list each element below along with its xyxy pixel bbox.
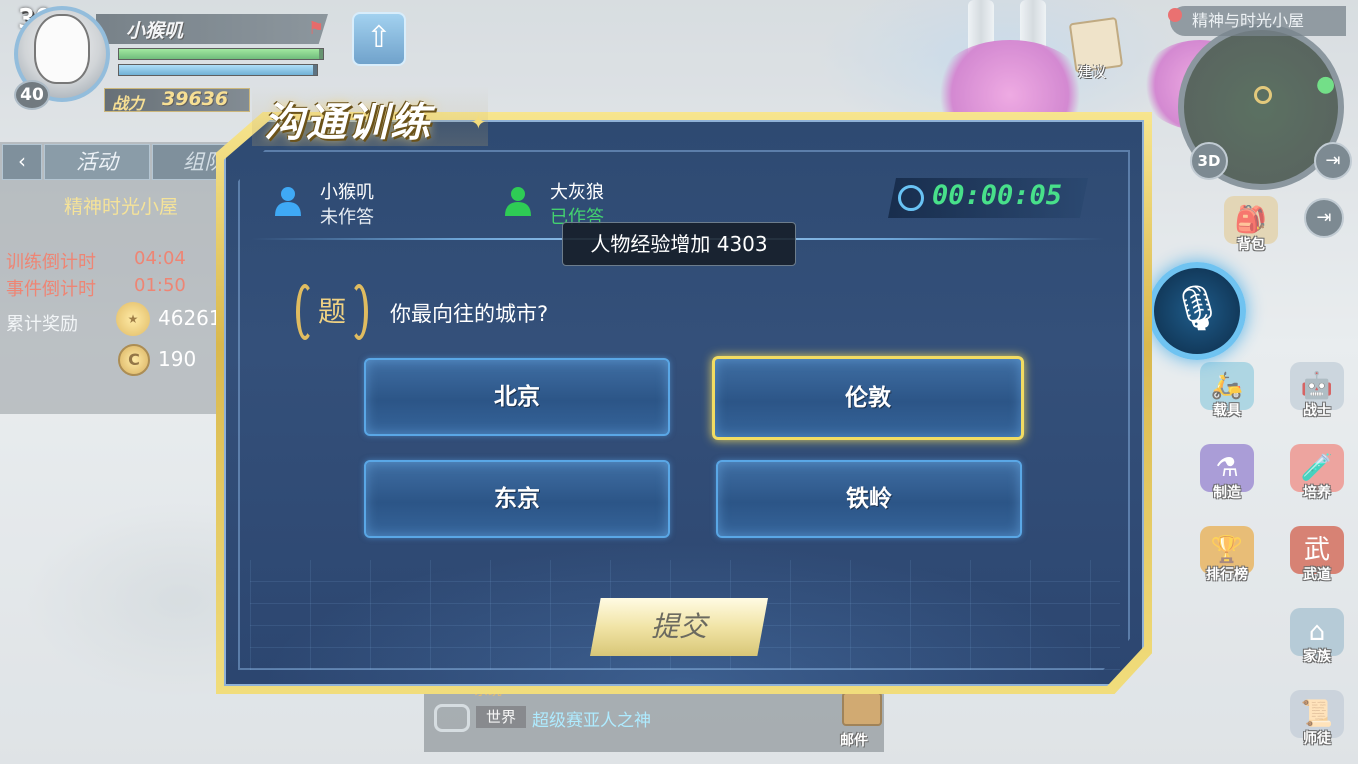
timer-value: 00:00:05 xyxy=(932,180,1063,211)
stopwatch-icon xyxy=(898,185,924,211)
player-2-person-icon xyxy=(505,187,531,216)
player-1-person-icon xyxy=(275,187,301,216)
dialog-title: 沟通训练 xyxy=(264,99,432,146)
player-2-name: 大灰狼 xyxy=(550,182,604,203)
answer-option-tokyo[interactable]: 东京 xyxy=(364,460,670,538)
player-1-name: 小猴叽 xyxy=(320,182,374,203)
answer-option-london[interactable]: 伦敦 xyxy=(712,356,1024,440)
bracket-right xyxy=(350,284,368,340)
answer-option-tieling[interactable]: 铁岭 xyxy=(716,460,1022,538)
spark-icon: ✦ xyxy=(470,110,487,134)
question-text: 你最向往的城市? xyxy=(390,302,549,326)
question-badge: 题 xyxy=(296,284,368,340)
exp-gain-toast: 人物经验增加 4303 xyxy=(562,222,796,266)
answer-option-beijing[interactable]: 北京 xyxy=(364,358,670,436)
microphone-icon[interactable]: 🎙 xyxy=(1148,262,1246,360)
player-1-status: 未作答 xyxy=(320,207,374,228)
question-badge-label: 题 xyxy=(317,295,346,328)
submit-button[interactable]: 提交 xyxy=(590,598,768,656)
